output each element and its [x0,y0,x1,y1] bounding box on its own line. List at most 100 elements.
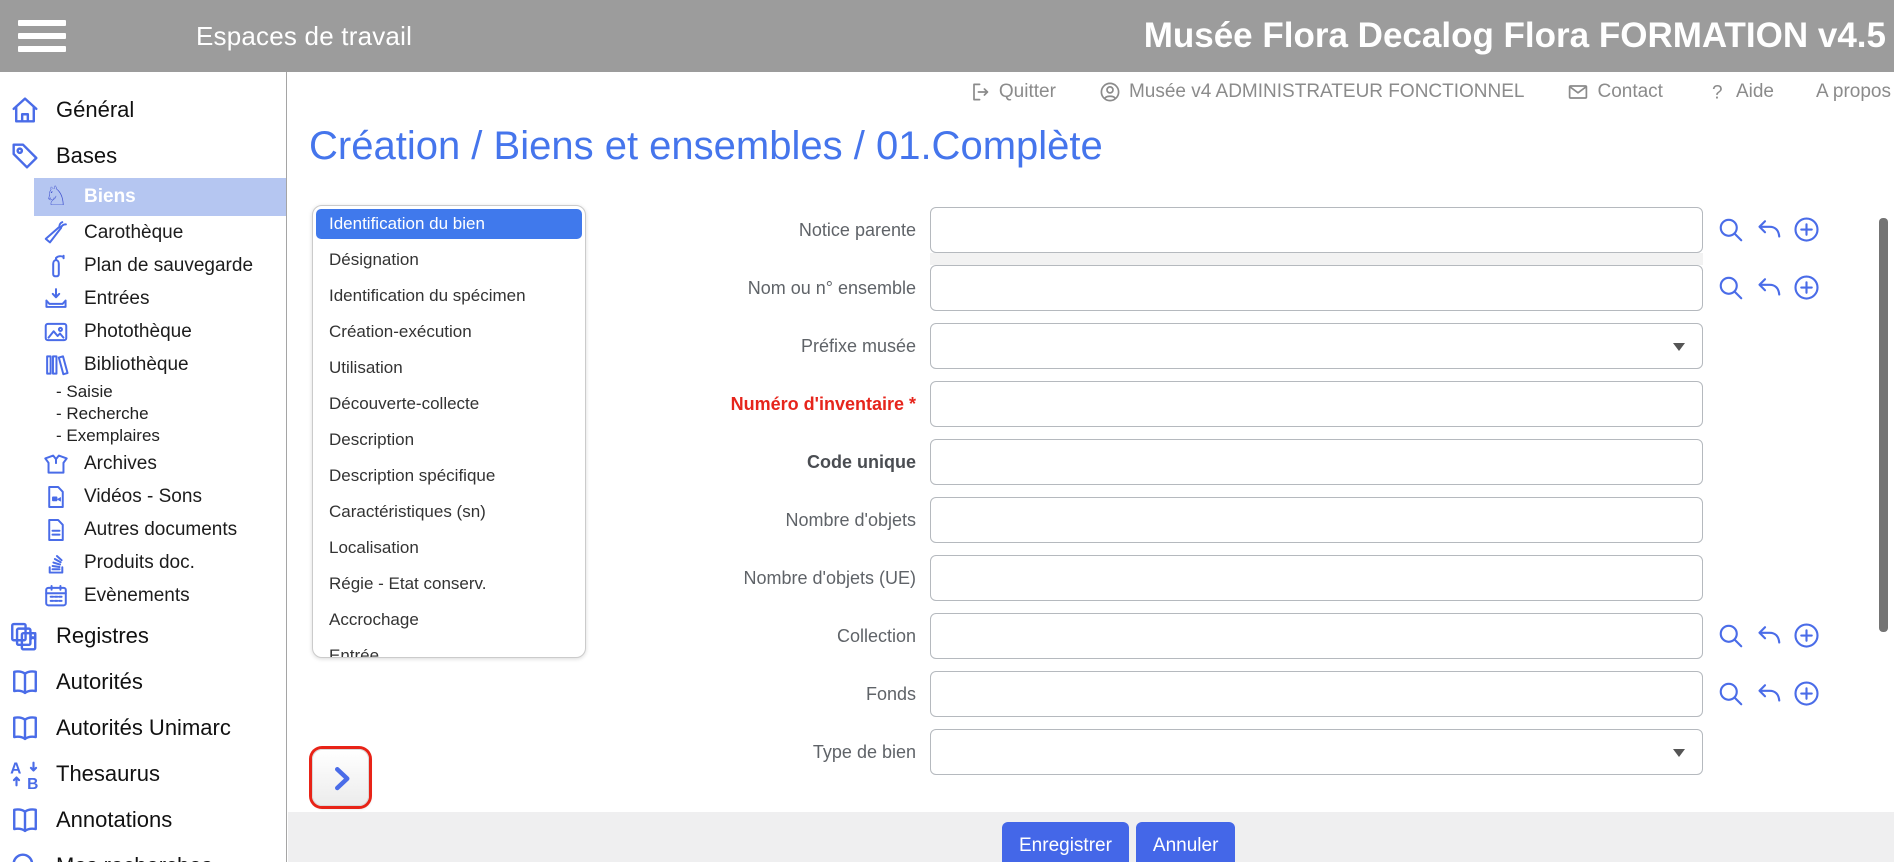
sidebar-item-label: Bibliothèque [84,354,189,376]
form-row-code-unique: Code unique [288,439,1828,485]
sidebar-item-archives[interactable]: Archives [0,447,286,480]
field-input[interactable] [930,207,1703,253]
field-label: Numéro d'inventaire * [288,394,930,415]
field-input[interactable] [930,555,1703,601]
field-input[interactable] [930,439,1703,485]
search-icon[interactable] [1716,679,1746,709]
search-star-icon [8,849,42,862]
sidebar-item-registres[interactable]: Registres [0,614,286,658]
field-input[interactable] [930,265,1703,311]
field-input[interactable] [930,381,1703,427]
search-icon[interactable] [1716,273,1746,303]
search-icon[interactable] [1716,621,1746,651]
form-row-collection: Collection [288,613,1828,659]
field-label: Nombre d'objets (UE) [288,568,930,589]
header-link-a-propos[interactable]: A propos [1816,81,1891,103]
help-icon: ? [1705,80,1729,104]
save-button[interactable]: Enregistrer [1002,822,1129,862]
open-book-icon [8,665,42,699]
sidebar-item-exemplaires[interactable]: - Exemplaires [0,425,286,447]
header-link-label: Musée v4 ADMINISTRATEUR FONCTIONNEL [1129,81,1525,103]
sidebar-item-label: Annotations [56,807,172,833]
header-link-contact[interactable]: Contact [1566,80,1662,104]
field-input[interactable] [930,497,1703,543]
field-label: Notice parente [288,220,930,241]
field-input[interactable] [930,729,1703,775]
cancel-button[interactable]: Annuler [1136,822,1236,862]
caret-down-icon[interactable] [1673,343,1685,351]
calendar-icon [42,582,70,610]
sidebar-item-bibliotheque[interactable]: Bibliothèque [0,348,286,381]
add-icon[interactable] [1792,679,1822,709]
undo-icon[interactable] [1754,215,1784,245]
footer-bar: Enregistrer Annuler [288,812,1894,862]
sidebar: Général Bases ♘ Biens Carothèque Plan de… [0,72,287,862]
sidebar-item-label: Vidéos - Sons [84,486,202,508]
sidebar-item-mes-recherches[interactable]: Mes recherches [0,844,286,862]
core-sample-icon [42,219,70,247]
sidebar-item-bases[interactable]: Bases [0,134,286,178]
app-title: Musée Flora Decalog Flora FORMATION v4.5 [1144,0,1886,72]
sidebar-item-label: Photothèque [84,321,192,343]
field-label: Nom ou n° ensemble [288,278,930,299]
sidebar-item-general[interactable]: Général [0,88,286,132]
sidebar-item-label: - Recherche [56,404,149,424]
sidebar-item-annotations[interactable]: Annotations [0,798,286,842]
sidebar-item-label: Bases [56,143,117,169]
topbar: Espaces de travail Musée Flora Decalog F… [0,0,1894,72]
open-book-icon [8,803,42,837]
form-row-nombre-d-objets: Nombre d'objets [288,497,1828,543]
field-input[interactable] [930,323,1703,369]
sidebar-item-label: Carothèque [84,222,183,244]
sidebar-item-entrees[interactable]: Entrées [0,282,286,315]
sidebar-item-recherche[interactable]: - Recherche [0,403,286,425]
undo-icon[interactable] [1754,679,1784,709]
hamburger-menu-icon[interactable] [18,13,66,59]
document-icon [42,516,70,544]
field-label: Fonds [288,684,930,705]
field-input[interactable] [930,671,1703,717]
add-icon[interactable] [1792,621,1822,651]
header-link-aide[interactable]: ? Aide [1705,80,1774,104]
sidebar-item-thesaurus[interactable]: AB Thesaurus [0,752,286,796]
header-link-musee-v4-administrateur-fonctionnel[interactable]: Musée v4 ADMINISTRATEUR FONCTIONNEL [1098,80,1525,104]
paper-stack-icon [42,549,70,577]
sidebar-item-saisie[interactable]: - Saisie [0,381,286,403]
exit-icon [968,80,992,104]
photo-icon [42,318,70,346]
sidebar-item-autorites[interactable]: Autorités [0,660,286,704]
add-icon[interactable] [1792,273,1822,303]
add-icon[interactable] [1792,215,1822,245]
header-link-label: Quitter [999,81,1056,103]
undo-icon[interactable] [1754,621,1784,651]
sidebar-item-label: Archives [84,453,157,475]
sidebar-item-label: Produits doc. [84,552,195,574]
field-input[interactable] [930,613,1703,659]
sidebar-item-autorites-unimarc[interactable]: Autorités Unimarc [0,706,286,750]
sidebar-item-biens[interactable]: ♘ Biens [34,178,286,216]
vertical-scrollbar-thumb[interactable] [1879,218,1888,632]
svg-text:A: A [10,760,21,777]
sidebar-item-carotheque[interactable]: Carothèque [0,216,286,249]
video-file-icon [42,483,70,511]
sidebar-item-evenements[interactable]: Evènements [0,579,286,612]
thesaurus-icon: AB [8,757,42,791]
sidebar-item-videos-sons[interactable]: Vidéos - Sons [0,480,286,513]
archive-box-icon [42,450,70,478]
sidebar-item-produits-doc[interactable]: Produits doc. [0,546,286,579]
search-icon[interactable] [1716,215,1746,245]
sidebar-item-plan-de-sauvegarde[interactable]: Plan de sauvegarde [0,249,286,282]
registers-icon [8,619,42,653]
field-label: Type de bien [288,742,930,763]
form: Notice parente Nom ou n° ensemble Préfix… [288,207,1828,787]
form-row-type-de-bien: Type de bien [288,729,1828,775]
sidebar-item-label: Général [56,97,134,123]
caret-down-icon[interactable] [1673,749,1685,757]
undo-icon[interactable] [1754,273,1784,303]
sidebar-item-phototheque[interactable]: Photothèque [0,315,286,348]
sidebar-item-autres-documents[interactable]: Autres documents [0,513,286,546]
header-link-quitter[interactable]: Quitter [968,80,1056,104]
sidebar-item-label: - Saisie [56,382,113,402]
sidebar-item-label: Entrées [84,288,149,310]
form-row-notice-parente: Notice parente [288,207,1828,253]
